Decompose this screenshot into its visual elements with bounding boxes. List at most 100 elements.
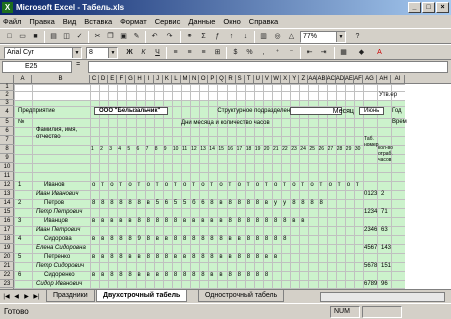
- day-mark[interactable]: у: [274, 200, 277, 206]
- day-mark[interactable]: в: [110, 218, 113, 224]
- day-mark[interactable]: в: [210, 218, 213, 224]
- employee-name[interactable]: Елена Сидоровна: [36, 245, 86, 251]
- day-mark[interactable]: 8: [165, 254, 168, 260]
- row-header[interactable]: 14: [0, 199, 14, 208]
- day-number[interactable]: 11: [182, 146, 187, 152]
- column-header[interactable]: N: [190, 75, 200, 84]
- day-mark[interactable]: о: [201, 182, 204, 188]
- day-mark[interactable]: 8: [283, 218, 286, 224]
- day-mark[interactable]: 8: [128, 200, 131, 206]
- row-header[interactable]: 10: [0, 163, 14, 172]
- menu-file[interactable]: Файл: [0, 15, 24, 28]
- day-mark[interactable]: 8: [192, 272, 195, 278]
- days-header[interactable]: Дни месяца и количество часов: [181, 120, 270, 126]
- preview-icon[interactable]: ◫: [61, 32, 72, 42]
- day-mark[interactable]: в: [192, 218, 195, 224]
- row-header[interactable]: 18: [0, 235, 14, 244]
- day-number[interactable]: 24: [300, 146, 306, 152]
- row-header[interactable]: 4: [0, 106, 14, 118]
- new-icon[interactable]: □: [4, 32, 15, 42]
- paste-icon[interactable]: ▣: [118, 32, 129, 42]
- tab-number-header[interactable]: Таб. номер: [364, 136, 379, 148]
- row-header[interactable]: 22: [0, 271, 14, 280]
- copy-icon[interactable]: ❐: [105, 32, 116, 42]
- day-mark[interactable]: 8: [119, 272, 122, 278]
- tab-two-line[interactable]: Двухстрочный табель: [96, 290, 188, 302]
- day-mark[interactable]: о: [219, 182, 222, 188]
- row-header[interactable]: 5: [0, 118, 14, 127]
- day-number[interactable]: 1: [91, 146, 94, 152]
- chevron-down-icon[interactable]: ▼: [108, 48, 117, 58]
- day-mark[interactable]: 8: [201, 236, 204, 242]
- column-header[interactable]: A: [14, 75, 32, 84]
- day-number[interactable]: 22: [282, 146, 288, 152]
- day-mark[interactable]: 8: [292, 200, 295, 206]
- employee-num[interactable]: 1: [18, 182, 21, 188]
- day-number[interactable]: 9: [164, 146, 167, 152]
- prev-sheet-icon[interactable]: ◀: [12, 292, 21, 302]
- day-number[interactable]: 23: [291, 146, 297, 152]
- cut-icon[interactable]: ✂: [92, 32, 103, 42]
- day-mark[interactable]: 8: [156, 254, 159, 260]
- day-mark[interactable]: 8: [247, 236, 250, 242]
- hours-worked[interactable]: 151: [381, 263, 391, 269]
- employee-num[interactable]: 5: [18, 254, 21, 260]
- num-header[interactable]: №: [18, 119, 24, 125]
- day-mark[interactable]: в: [92, 218, 95, 224]
- fio-header[interactable]: Фамилия, имя, отчество: [36, 127, 86, 141]
- chart-wizard-icon[interactable]: ▥: [258, 32, 269, 42]
- menu-format[interactable]: Формат: [117, 15, 150, 28]
- employee-num[interactable]: 2: [18, 200, 21, 206]
- column-header[interactable]: S: [236, 75, 245, 84]
- column-header[interactable]: AB: [318, 75, 327, 84]
- day-mark[interactable]: 9: [138, 236, 141, 242]
- sort-desc-icon[interactable]: ↓: [240, 32, 251, 42]
- day-mark[interactable]: 8: [265, 272, 268, 278]
- day-mark[interactable]: в: [165, 236, 168, 242]
- day-mark[interactable]: в: [101, 218, 104, 224]
- day-mark[interactable]: т: [356, 182, 359, 188]
- day-mark[interactable]: в: [265, 254, 268, 260]
- column-header[interactable]: B: [32, 75, 90, 84]
- row-header[interactable]: 11: [0, 172, 14, 181]
- day-mark[interactable]: в: [92, 272, 95, 278]
- last-sheet-icon[interactable]: ▶|: [32, 292, 41, 302]
- format-painter-icon[interactable]: ✎: [131, 32, 142, 42]
- day-number[interactable]: 30: [355, 146, 361, 152]
- day-mark[interactable]: 8: [128, 236, 131, 242]
- month-label[interactable]: Месяц: [333, 108, 354, 115]
- month-value[interactable]: Июнь: [359, 107, 385, 115]
- column-header[interactable]: K: [163, 75, 172, 84]
- row-header[interactable]: 19: [0, 244, 14, 253]
- hours-worked[interactable]: 71: [381, 209, 388, 215]
- day-mark[interactable]: 8: [101, 200, 104, 206]
- underline-icon[interactable]: Ч: [152, 48, 163, 58]
- column-header[interactable]: AI: [391, 75, 405, 84]
- hours-worked[interactable]: 143: [381, 245, 391, 251]
- row-header[interactable]: 13: [0, 190, 14, 199]
- hours-worked[interactable]: 2: [381, 191, 384, 197]
- day-number[interactable]: 6: [137, 146, 140, 152]
- menu-window[interactable]: Окно: [220, 15, 243, 28]
- day-mark[interactable]: 8: [283, 236, 286, 242]
- column-header[interactable]: G: [126, 75, 136, 84]
- day-mark[interactable]: 8: [274, 236, 277, 242]
- column-header[interactable]: J: [154, 75, 163, 84]
- column-header[interactable]: F: [117, 75, 127, 84]
- day-number[interactable]: 7: [146, 146, 149, 152]
- column-header[interactable]: Y: [290, 75, 300, 84]
- decrease-decimal-icon[interactable]: ⁻: [286, 48, 297, 58]
- day-mark[interactable]: 8: [256, 218, 259, 224]
- day-number[interactable]: 5: [127, 146, 130, 152]
- day-mark[interactable]: в: [219, 272, 222, 278]
- day-mark[interactable]: в: [119, 218, 122, 224]
- row-header[interactable]: 7: [0, 136, 14, 145]
- employee-name[interactable]: Петр Петрович: [36, 209, 82, 215]
- day-mark[interactable]: в: [301, 218, 304, 224]
- day-mark[interactable]: 8: [119, 200, 122, 206]
- day-mark[interactable]: т: [119, 182, 122, 188]
- select-all-corner[interactable]: [0, 75, 14, 84]
- function-icon[interactable]: ƒ: [212, 32, 223, 42]
- day-mark[interactable]: т: [210, 182, 213, 188]
- day-mark[interactable]: в: [229, 236, 232, 242]
